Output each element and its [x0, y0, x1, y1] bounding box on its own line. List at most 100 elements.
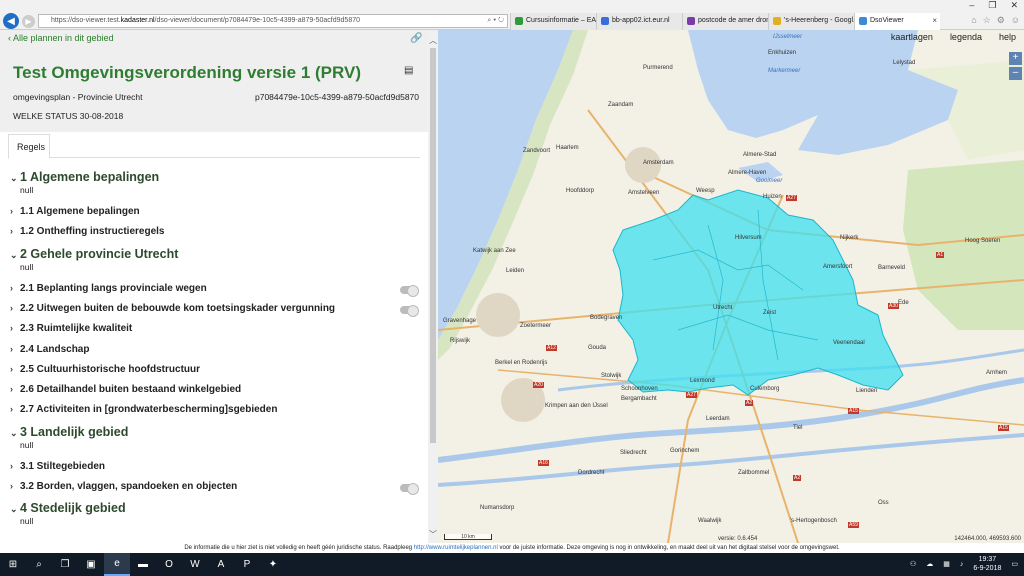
chevron-right-icon[interactable]: ›	[10, 461, 20, 471]
chevron-down-icon[interactable]: ⌄	[10, 173, 20, 184]
store-icon[interactable]: ▣	[78, 553, 104, 576]
disclaimer-text-2: voor de juiste informatie. Deze omgeving…	[497, 545, 840, 551]
task-view-icon[interactable]: ❐	[52, 553, 78, 576]
volume-icon[interactable]: ♪	[960, 561, 964, 568]
tree-item-label: 1 Algemene bepalingen	[20, 170, 160, 184]
zoom-out-button[interactable]: –	[1009, 67, 1022, 80]
place-label: Nijkerk	[840, 235, 859, 241]
browser-tab[interactable]: Cursusinformatie – EAP...	[510, 13, 596, 30]
document-scrollbar[interactable]: ︿ ﹀	[428, 30, 438, 543]
acrobat-icon[interactable]: A	[208, 553, 234, 576]
place-label: 's-Hertogenbosch	[790, 518, 837, 524]
section-item[interactable]: › 2.5 Cultuurhistorische hoofdstructuur	[10, 364, 200, 375]
app-icon[interactable]: ✦	[260, 553, 286, 576]
document-pane: ‹ Alle plannen in dit gebied 🔗 Test Omge…	[0, 30, 428, 543]
chevron-right-icon[interactable]: ›	[10, 226, 20, 236]
place-label: Tiel	[793, 425, 803, 431]
place-label: Utrecht	[713, 305, 733, 311]
place-label: Zoetermeer	[520, 323, 552, 329]
close-window-button[interactable]: ✕	[1010, 0, 1018, 12]
place-label: Barneveld	[878, 265, 906, 271]
outlook-icon[interactable]: O	[156, 553, 182, 576]
legend-button[interactable]: legenda	[950, 32, 982, 42]
browser-tab[interactable]: DsoViewer ×	[854, 13, 940, 30]
chevron-right-icon[interactable]: ›	[10, 323, 20, 333]
chevron-right-icon[interactable]: ›	[10, 404, 20, 414]
address-bar[interactable]: https://dso-viewer.test.kadaster.nl/dso-…	[38, 14, 508, 28]
section-item[interactable]: › 3.2 Borden, vlaggen, spandoeken en obje…	[10, 481, 237, 492]
layer-toggle[interactable]	[400, 284, 419, 297]
map-book-icon[interactable]: ▤	[404, 65, 413, 76]
chevron-right-icon[interactable]: ›	[10, 481, 20, 491]
chevron-down-icon[interactable]: ⌄	[10, 428, 20, 439]
scroll-down-icon[interactable]: ﹀	[428, 529, 438, 540]
chapter-item[interactable]: ⌄ 3 Landelijk gebied	[10, 425, 128, 439]
windows-start-icon[interactable]: ⊞	[0, 553, 26, 576]
place-label: Arnhem	[986, 370, 1008, 376]
section-item[interactable]: › 1.2 Ontheffing instructieregels	[10, 226, 164, 237]
water-label: Markermeer	[768, 68, 801, 74]
settings-icon[interactable]: ⚙	[997, 15, 1005, 26]
back-button[interactable]: ◀	[3, 13, 19, 29]
place-label: Sliedrecht	[620, 450, 647, 456]
browser-tab[interactable]: bb-app02.ict.eur.nl	[596, 13, 682, 30]
favorites-icon[interactable]: ☆	[983, 15, 991, 26]
link-icon[interactable]: 🔗	[410, 33, 422, 44]
close-tab-icon[interactable]: ×	[932, 16, 937, 25]
word-icon[interactable]: W	[182, 553, 208, 576]
chevron-right-icon[interactable]: ›	[10, 344, 20, 354]
forward-button[interactable]: ▶	[22, 15, 35, 28]
section-item[interactable]: › 2.6 Detailhandel buiten bestaand winkel…	[10, 384, 241, 395]
file-explorer-icon[interactable]: ▬	[130, 553, 156, 576]
map-viewer[interactable]: Zaandam Haarlem Amsterdam Almere-Stad Almere…	[438, 30, 1024, 543]
section-item[interactable]: › 2.2 Uitwegen buiten de bebouwde kom toe…	[10, 303, 335, 314]
chapter-item[interactable]: ⌄ 4 Stedelijk gebied	[10, 501, 126, 515]
minimize-button[interactable]: –	[969, 0, 974, 12]
home-icon[interactable]: ⌂	[971, 15, 976, 26]
feedback-icon[interactable]: ☺	[1011, 15, 1020, 26]
back-arrow-icon: ◀	[7, 15, 15, 27]
search-icon[interactable]: ⌕	[26, 553, 52, 576]
tab-regels[interactable]: Regels	[8, 134, 50, 159]
internet-explorer-icon[interactable]: e	[104, 553, 130, 576]
section-item[interactable]: › 2.7 Activiteiten in [grondwaterbescherm…	[10, 404, 277, 415]
people-icon[interactable]: ⚇	[910, 560, 916, 568]
chevron-down-icon[interactable]: ⌄	[10, 250, 20, 261]
chevron-right-icon[interactable]: ›	[10, 384, 20, 394]
chevron-right-icon[interactable]: ›	[10, 364, 20, 374]
scroll-thumb[interactable]	[430, 48, 436, 443]
section-item[interactable]: › 2.4 Landschap	[10, 344, 89, 355]
section-item[interactable]: › 1.1 Algemene bepalingen	[10, 206, 140, 217]
maximize-button[interactable]: ❐	[988, 0, 996, 12]
help-button[interactable]: help	[999, 32, 1016, 42]
chevron-right-icon[interactable]: ›	[10, 206, 20, 216]
zoom-in-button[interactable]: +	[1009, 52, 1022, 65]
chevron-right-icon[interactable]: ›	[10, 303, 20, 313]
map-layers-button[interactable]: kaartlagen	[891, 32, 933, 42]
section-item[interactable]: › 2.1 Beplanting langs provinciale wegen	[10, 283, 207, 294]
browser-tab[interactable]: postcode de amer dron...	[682, 13, 768, 30]
disclaimer-text: De informatie die u hier ziet is niet vo…	[184, 545, 414, 551]
scroll-up-icon[interactable]: ︿	[428, 35, 438, 46]
disclaimer-bar: De informatie die u hier ziet is niet vo…	[0, 543, 1024, 553]
section-item[interactable]: › 2.3 Ruimtelijke kwaliteit	[10, 323, 132, 334]
road-shield: A59	[848, 522, 859, 528]
clock[interactable]: 19:37 6-9-2018	[973, 555, 1001, 573]
address-bar-icons[interactable]: ⌕ ▾ ↻	[487, 15, 504, 27]
chevron-right-icon[interactable]: ›	[10, 283, 20, 293]
ruimtelijkeplannen-link[interactable]: http://www.ruimtelijkeplannen.nl	[414, 545, 498, 551]
browser-tab[interactable]: 's-Heerenberg - Googl...	[768, 13, 854, 30]
section-item[interactable]: › 3.1 Stiltegebieden	[10, 461, 105, 472]
layer-toggle[interactable]	[400, 483, 419, 495]
chapter-item[interactable]: ⌄ 1 Algemene bepalingen	[10, 170, 159, 184]
layer-toggle[interactable]	[400, 304, 419, 317]
network-icon[interactable]: ▦	[943, 560, 950, 568]
powerpoint-icon[interactable]: P	[234, 553, 260, 576]
tree-item-label: 3.1 Stiltegebieden	[20, 460, 106, 472]
chevron-down-icon[interactable]: ⌄	[10, 504, 20, 515]
chapter-item[interactable]: ⌄ 2 Gehele provincie Utrecht	[10, 247, 178, 261]
onedrive-icon[interactable]: ☁	[926, 560, 933, 568]
all-plans-link[interactable]: ‹ Alle plannen in dit gebied	[8, 33, 114, 43]
tree-item-label: 3 Landelijk gebied	[20, 424, 129, 439]
notifications-icon[interactable]: ▭	[1011, 560, 1018, 568]
